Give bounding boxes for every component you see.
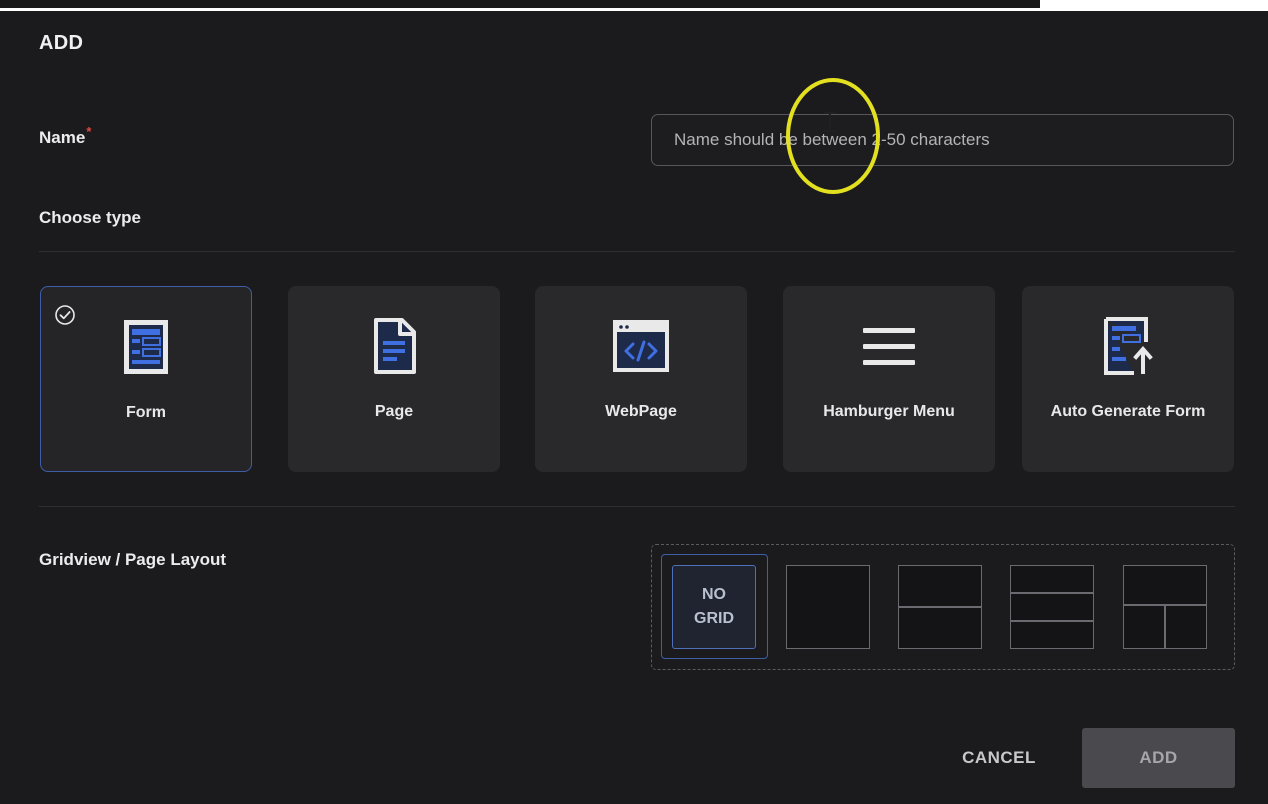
top-edge-dark-bar (0, 0, 1040, 8)
form-icon (124, 320, 168, 374)
top-edge-strip (0, 0, 1268, 11)
layout-option-two-rows[interactable] (898, 565, 982, 649)
name-label-row: Name* (39, 124, 91, 148)
cancel-button[interactable]: CANCEL (936, 728, 1062, 788)
layout-option-three-rows[interactable] (1010, 565, 1094, 649)
no-grid-label-line2: GRID (694, 610, 734, 627)
layout-option-row-and-two-columns[interactable] (1123, 565, 1207, 649)
dialog-title: ADD (39, 32, 84, 54)
type-card-label: WebPage (605, 403, 677, 420)
layout-divider-line (1164, 604, 1166, 648)
page-icon (374, 318, 416, 374)
type-card-auto-generate-form[interactable]: Auto Generate Form (1022, 286, 1234, 472)
type-card-webpage[interactable]: WebPage (535, 286, 747, 472)
webpage-icon (613, 320, 669, 372)
type-card-page[interactable]: Page (288, 286, 500, 472)
type-card-label: Hamburger Menu (823, 403, 955, 420)
layout-divider-line (1011, 620, 1093, 622)
type-card-label: Page (374, 403, 414, 420)
type-card-label: Auto Generate Form (1050, 403, 1206, 420)
layout-divider-line (899, 606, 981, 608)
layout-options-group: NO GRID (651, 544, 1235, 670)
type-card-label: Form (126, 404, 166, 421)
no-grid-label-line1: NO (702, 586, 726, 603)
divider (39, 506, 1235, 507)
required-marker: * (86, 124, 92, 139)
layout-label: Gridview / Page Layout (39, 550, 227, 569)
type-card-hamburger-menu[interactable]: Hamburger Menu (783, 286, 995, 472)
layout-divider-line (1011, 592, 1093, 594)
no-grid-tile: NO GRID (672, 565, 756, 649)
check-circle-icon (55, 305, 75, 325)
hamburger-menu-icon (863, 328, 915, 365)
layout-option-single-panel[interactable] (786, 565, 870, 649)
type-card-form[interactable]: Form (40, 286, 252, 472)
divider (39, 251, 1235, 252)
add-button[interactable]: ADD (1082, 728, 1235, 788)
add-dialog: ADD Name* Choose type Form (0, 0, 1268, 804)
name-input[interactable] (651, 114, 1234, 166)
auto-generate-form-icon (1104, 317, 1153, 375)
layout-option-no-grid[interactable]: NO GRID (661, 554, 768, 659)
name-label: Name (39, 128, 86, 147)
choose-type-label: Choose type (39, 208, 142, 227)
